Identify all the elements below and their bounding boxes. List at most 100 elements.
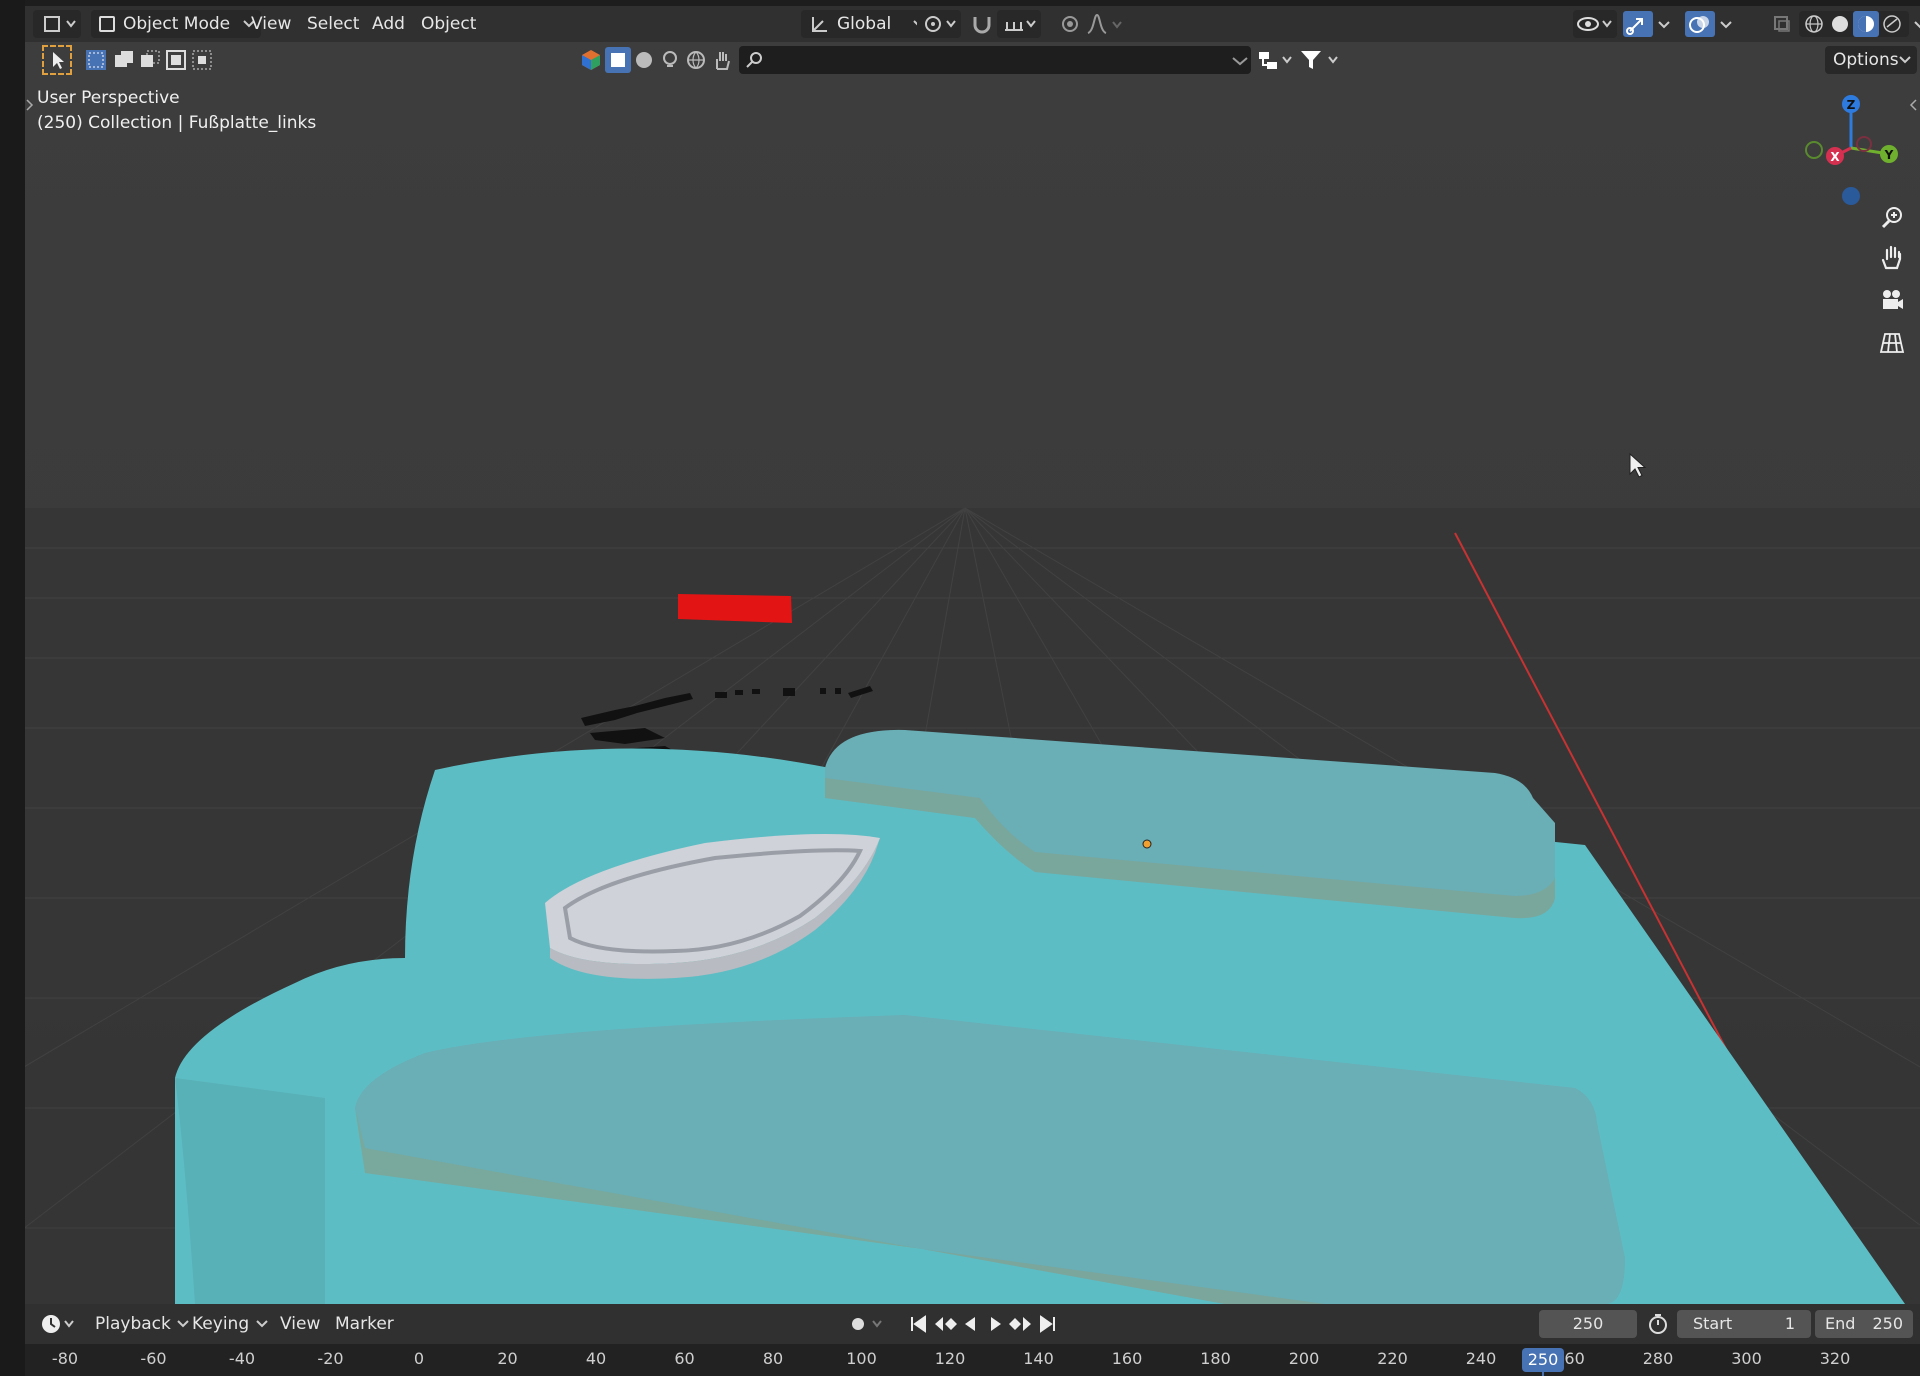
keying-menu[interactable]: Keying (192, 1304, 269, 1344)
menu-add[interactable]: Add (372, 6, 405, 42)
pivot-icon (925, 16, 956, 32)
object-type-visibility-icon[interactable] (578, 47, 604, 73)
filter-dropdown[interactable] (1295, 46, 1349, 74)
navigation-gizmo[interactable]: Z Y X (1795, 86, 1905, 206)
start-frame-field[interactable]: Start 1 (1677, 1310, 1811, 1338)
select-subtract-icon[interactable] (137, 47, 163, 73)
search-input[interactable] (739, 46, 1251, 74)
timeline-view-menu[interactable]: View (280, 1304, 320, 1344)
camera-icon (1883, 290, 1903, 309)
filter-light-icon[interactable] (657, 47, 683, 73)
editor-type-dropdown[interactable] (33, 10, 81, 38)
play-icon[interactable] (983, 1311, 1009, 1337)
viewport-header: Object Mode View Select Add Object Globa… (25, 6, 1920, 42)
camera-view-button[interactable] (1876, 284, 1908, 316)
mouse-cursor-icon (1629, 452, 1647, 478)
ruler-tick-label: 0 (413, 1349, 425, 1368)
jump-keyframe-forward-icon[interactable] (1009, 1311, 1035, 1337)
overlays-dropdown[interactable] (1717, 11, 1737, 37)
ruler-tick-label: 220 (1377, 1349, 1408, 1368)
select-new-icon[interactable] (83, 47, 109, 73)
select-intersect-icon[interactable] (189, 47, 215, 73)
gizmo-toggle[interactable] (1623, 11, 1653, 37)
gizmo-x-label: X (1830, 150, 1840, 164)
sidebar-expand-icon[interactable] (25, 98, 35, 112)
snap-increment-icon (1005, 20, 1036, 31)
material-preview-icon (1858, 16, 1874, 32)
chevron-down-icon (1899, 56, 1911, 64)
falloff-dropdown[interactable] (1085, 11, 1125, 37)
playhead-marker[interactable]: 250 (1522, 1348, 1564, 1372)
xray-toggle[interactable] (1769, 11, 1795, 37)
chevron-down-icon (177, 1320, 189, 1328)
marker-menu[interactable]: Marker (335, 1304, 394, 1344)
ruler-tick-label: 320 (1819, 1349, 1851, 1368)
snap-target-dropdown[interactable] (997, 10, 1041, 38)
ruler-tick-label: -80 (51, 1349, 79, 1368)
playback-menu[interactable]: Playback (95, 1304, 190, 1344)
menu-select[interactable]: Select (307, 6, 359, 42)
transform-orientation-dropdown[interactable]: Global (801, 10, 931, 38)
proportional-editing-toggle[interactable] (1057, 11, 1083, 37)
collection-label: (250) Collection | Fußplatte_links (37, 113, 317, 133)
menu-object[interactable]: Object (421, 6, 476, 42)
red-block-object[interactable] (678, 594, 792, 623)
filter-material-icon[interactable] (631, 47, 657, 73)
chevron-down-icon (1914, 21, 1920, 29)
auto-keying-toggle[interactable] (845, 1311, 885, 1337)
play-reverse-icon[interactable] (957, 1311, 983, 1337)
wireframe-shading-icon[interactable] (1801, 11, 1827, 37)
falloff-curve-icon (1087, 13, 1122, 34)
ruler-tick-label: 300 (1731, 1349, 1762, 1368)
filter-chevron-icon[interactable] (1227, 47, 1253, 73)
timeline-editor-type-dropdown[interactable] (37, 1310, 81, 1338)
zoom-view-button[interactable] (1876, 202, 1908, 234)
end-value: 250 (1872, 1314, 1903, 1333)
filter-mesh-button[interactable] (605, 47, 631, 73)
left-edge (0, 0, 25, 1376)
visibility-dropdown[interactable] (1573, 10, 1617, 38)
end-frame-field[interactable]: End 250 (1815, 1310, 1913, 1338)
ruler-tick-label: 240 (1465, 1349, 1497, 1368)
mode-dropdown[interactable]: Object Mode (91, 10, 261, 38)
gizmo-icon (1626, 18, 1643, 35)
menu-view[interactable]: View (251, 6, 291, 42)
overlays-toggle[interactable] (1685, 11, 1715, 37)
material-preview-shading-button[interactable] (1853, 11, 1879, 37)
select-extend-icon[interactable] (111, 47, 137, 73)
ruler-tick-label: 140 (1023, 1349, 1054, 1368)
select-tool-button[interactable] (42, 45, 72, 75)
hand-icon (1881, 245, 1902, 270)
timeline-ruler[interactable]: -80 -60 -40 -20 0 20 40 60 80 100 120 140 160 180 200 2… (25, 1344, 1920, 1376)
select-invert-icon[interactable] (163, 47, 189, 73)
stopwatch-icon[interactable] (1645, 1311, 1671, 1337)
magnet-icon (973, 17, 991, 34)
rendered-shading-icon[interactable] (1879, 11, 1905, 37)
n-panel-expand-icon[interactable] (1908, 98, 1918, 112)
proportional-editing-icon (1062, 16, 1078, 32)
ruler-tick-label: 120 (934, 1349, 966, 1368)
cursor-arrow-icon (53, 52, 64, 69)
orientation-label: Global (837, 14, 892, 34)
3d-viewport[interactable]: User Perspective (250) Collection | Fußp… (25, 78, 1920, 1304)
pivot-point-dropdown[interactable] (917, 10, 961, 38)
snap-toggle[interactable] (969, 11, 995, 37)
current-frame-field[interactable]: 250 (1539, 1310, 1637, 1338)
ruler-tick-label: 200 (1288, 1349, 1320, 1368)
gizmo-dropdown[interactable] (1655, 11, 1675, 37)
filter-world-icon[interactable] (683, 47, 709, 73)
jump-start-icon[interactable] (905, 1311, 931, 1337)
pan-view-button[interactable] (1876, 242, 1908, 274)
playback-label: Playback (95, 1314, 171, 1334)
solid-shading-icon[interactable] (1827, 11, 1853, 37)
search-icon (746, 52, 762, 68)
options-dropdown[interactable]: Options (1825, 46, 1917, 74)
ruler-tick-label: -60 (140, 1349, 167, 1368)
filter-hand-icon[interactable] (709, 47, 735, 73)
shading-dropdown[interactable] (1911, 11, 1920, 37)
start-value: 1 (1784, 1314, 1795, 1333)
object-origin-dot (1142, 839, 1152, 849)
toggle-projection-button[interactable] (1876, 326, 1908, 358)
jump-end-icon[interactable] (1035, 1311, 1061, 1337)
jump-keyframe-back-icon[interactable] (931, 1311, 957, 1337)
